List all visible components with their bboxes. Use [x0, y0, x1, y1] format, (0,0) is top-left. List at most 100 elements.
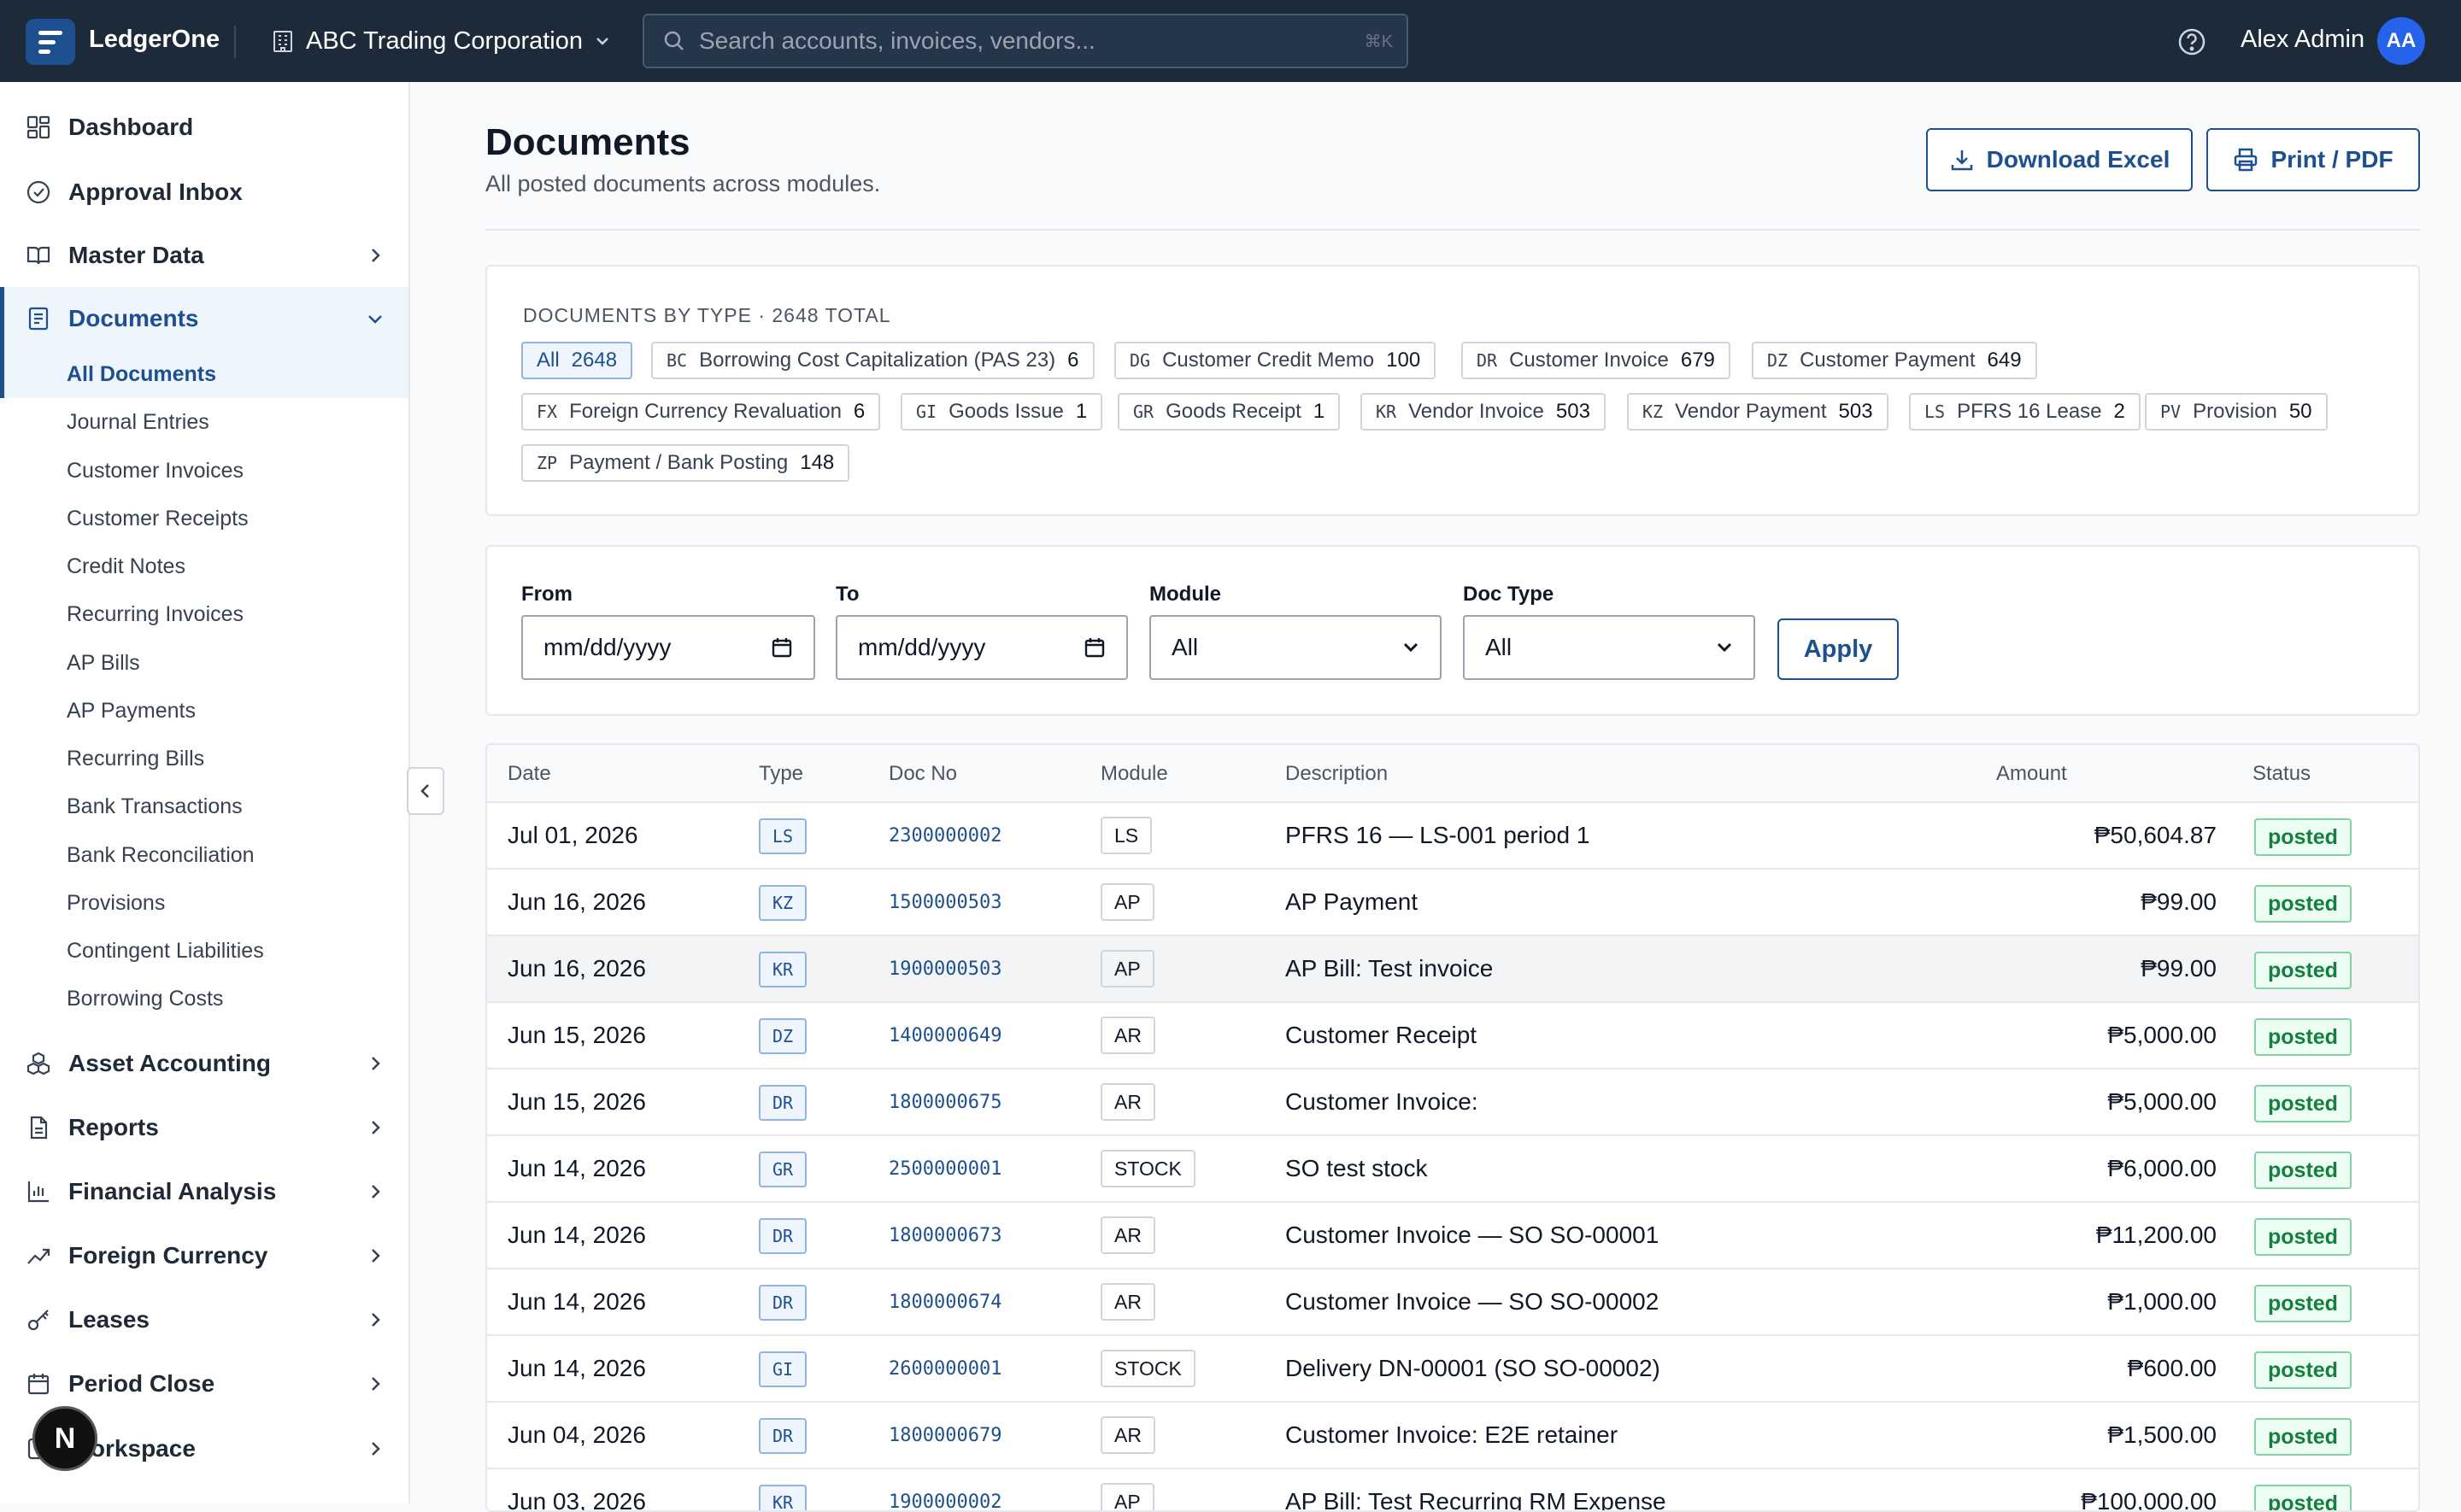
sidebar-item-leases[interactable]: Leases: [0, 1288, 408, 1351]
row-doc-no-link[interactable]: 1900000002: [889, 1491, 1001, 1510]
column-header-status[interactable]: Status: [2252, 762, 2311, 786]
download-excel-button[interactable]: Download Excel: [1926, 128, 2193, 191]
from-date-input[interactable]: mm/dd/yyyy: [521, 615, 815, 680]
row-date: Jun 14, 2026: [508, 1155, 646, 1181]
sidebar-subitem-recurring-invoices[interactable]: Recurring Invoices: [0, 590, 408, 638]
sidebar-item-foreign-currency[interactable]: Foreign Currency: [0, 1224, 408, 1287]
row-doc-no-link[interactable]: 2500000001: [889, 1158, 1001, 1180]
column-header-module[interactable]: Module: [1101, 762, 1168, 786]
row-doc-no-link[interactable]: 1800000674: [889, 1292, 1001, 1313]
sidebar-item-reports[interactable]: Reports: [0, 1096, 408, 1159]
table-row[interactable]: Jun 16, 2026 KR 1900000503 AP AP Bill: Test …: [487, 936, 2418, 1003]
type-chip-fx[interactable]: FX Foreign Currency Revaluation 6: [521, 393, 881, 431]
sidebar-subitem-journal-entries[interactable]: Journal Entries: [0, 398, 408, 446]
table-row[interactable]: Jun 03, 2026 KR 1900000002 AP AP Bill: Test …: [487, 1469, 2418, 1512]
column-header-amount[interactable]: Amount: [1996, 762, 2067, 786]
sidebar-subitem-customer-receipts[interactable]: Customer Receipts: [0, 495, 408, 542]
type-chip-dg[interactable]: DG Customer Credit Memo 100: [1114, 342, 1436, 379]
table-row[interactable]: Jun 16, 2026 KZ 1500000503 AP AP Payment ₱99.…: [487, 870, 2418, 936]
sidebar-subitem-all-documents[interactable]: All Documents: [0, 350, 408, 398]
type-chip-gi[interactable]: GI Goods Issue 1: [901, 393, 1103, 431]
type-chip-ls[interactable]: LS PFRS 16 Lease 2: [1909, 393, 2141, 431]
type-chip-pv[interactable]: PV Provision 50: [2145, 393, 2328, 431]
sidebar-collapse-button[interactable]: [407, 767, 444, 815]
doctype-select[interactable]: All: [1463, 615, 1755, 680]
sidebar-subitem-customer-invoices[interactable]: Customer Invoices: [0, 447, 408, 495]
sidebar-subitem-ap-payments[interactable]: AP Payments: [0, 687, 408, 735]
sidebar-subitem-ap-bills[interactable]: AP Bills: [0, 639, 408, 687]
logo-icon[interactable]: [26, 19, 75, 65]
sidebar-subitem-bank-reconciliation[interactable]: Bank Reconciliation: [0, 831, 408, 879]
table-row[interactable]: Jul 01, 2026 LS 2300000002 LS PFRS 16 — LS-0…: [487, 803, 2418, 870]
type-chip-dz[interactable]: DZ Customer Payment 649: [1752, 342, 2037, 379]
apply-button[interactable]: Apply: [1777, 618, 1899, 680]
row-type-badge: KZ: [759, 885, 808, 921]
chevron-right-icon: [372, 1121, 380, 1134]
sidebar-item-asset-accounting[interactable]: Asset Accounting: [0, 1032, 408, 1095]
row-doc-no-link[interactable]: 1800000673: [889, 1225, 1001, 1246]
global-search[interactable]: ⌘K: [643, 14, 1408, 68]
row-doc-no-link[interactable]: 1800000675: [889, 1092, 1001, 1113]
row-doc-no-link[interactable]: 2600000001: [889, 1358, 1001, 1380]
doctype-label: Doc Type: [1463, 583, 1554, 606]
column-header-description[interactable]: Description: [1285, 762, 1388, 786]
row-doc-no-link[interactable]: 1500000503: [889, 892, 1001, 913]
sidebar-item-label: Financial Analysis: [68, 1178, 277, 1204]
type-chip-dr[interactable]: DR Customer Invoice 679: [1461, 342, 1730, 379]
row-description: Customer Invoice:: [1285, 1088, 1478, 1115]
column-header-type[interactable]: Type: [759, 762, 803, 786]
chip-code: PV: [2160, 401, 2182, 422]
row-doc-no-link[interactable]: 2300000002: [889, 825, 1001, 847]
type-chip-all[interactable]: All 2648: [521, 342, 633, 379]
row-doc-no-link[interactable]: 1400000649: [889, 1025, 1001, 1046]
avatar[interactable]: AA: [2377, 17, 2425, 65]
column-header-doc-no[interactable]: Doc No: [889, 762, 957, 786]
table-row[interactable]: Jun 04, 2026 DR 1800000679 AR Customer Invoi…: [487, 1403, 2418, 1469]
table-row[interactable]: Jun 14, 2026 GI 2600000001 STOCK Delivery DN…: [487, 1336, 2418, 1403]
search-input[interactable]: [699, 27, 1351, 55]
from-label: From: [521, 583, 573, 606]
sidebar-item-dashboard[interactable]: Dashboard: [0, 96, 408, 159]
to-date-input[interactable]: mm/dd/yyyy: [836, 615, 1128, 680]
chip-label: Customer Payment: [1800, 349, 1976, 372]
table-row[interactable]: Jun 15, 2026 DZ 1400000649 AR Customer Recei…: [487, 1003, 2418, 1070]
floating-assistant-button[interactable]: N: [32, 1406, 97, 1471]
row-date: Jun 14, 2026: [508, 1355, 646, 1381]
sidebar-item-master-data[interactable]: Master Data: [0, 224, 408, 287]
chip-label: Payment / Bank Posting: [569, 451, 789, 474]
type-chip-kz[interactable]: KZ Vendor Payment 503: [1627, 393, 1888, 431]
help-icon[interactable]: [2177, 27, 2206, 56]
row-amount: ₱6,000.00: [2107, 1155, 2217, 1181]
column-header-date[interactable]: Date: [508, 762, 551, 786]
type-chip-gr[interactable]: GR Goods Receipt 1: [1118, 393, 1341, 431]
company-switcher[interactable]: ABC Trading Corporation: [272, 22, 610, 60]
chevron-down-icon: [368, 315, 382, 324]
page-title: Documents: [485, 121, 690, 163]
sidebar-subitem-provisions[interactable]: Provisions: [0, 879, 408, 927]
row-amount: ₱5,000.00: [2107, 1022, 2217, 1048]
sidebar-item-financial-analysis[interactable]: Financial Analysis: [0, 1160, 408, 1223]
type-chip-kr[interactable]: KR Vendor Invoice 503: [1360, 393, 1606, 431]
type-chip-zp[interactable]: ZP Payment / Bank Posting 148: [521, 444, 850, 482]
type-chip-bc[interactable]: BC Borrowing Cost Capitalization (PAS 23…: [651, 342, 1095, 379]
sidebar-subitem-recurring-bills[interactable]: Recurring Bills: [0, 735, 408, 782]
print-pdf-button[interactable]: Print / PDF: [2206, 128, 2420, 191]
user-name[interactable]: Alex Admin: [2241, 26, 2364, 54]
table-row[interactable]: Jun 14, 2026 GR 2500000001 STOCK SO test sto…: [487, 1136, 2418, 1203]
table-row[interactable]: Jun 14, 2026 DR 1800000674 AR Customer Invoi…: [487, 1269, 2418, 1336]
module-select[interactable]: All: [1149, 615, 1442, 680]
table-row[interactable]: Jun 14, 2026 DR 1800000673 AR Customer Invoi…: [487, 1203, 2418, 1269]
sidebar-item-documents[interactable]: Documents: [0, 287, 408, 350]
sidebar-subitem-credit-notes[interactable]: Credit Notes: [0, 542, 408, 590]
table-row[interactable]: Jun 15, 2026 DR 1800000675 AR Customer Invoi…: [487, 1070, 2418, 1136]
sidebar-subitem-bank-transactions[interactable]: Bank Transactions: [0, 782, 408, 830]
check-circle-icon: [26, 180, 50, 204]
sidebar-item-approval-inbox[interactable]: Approval Inbox: [0, 161, 408, 224]
row-doc-no-link[interactable]: 1900000503: [889, 958, 1001, 980]
chip-code: GR: [1133, 401, 1154, 422]
sidebar-subitem-borrowing-costs[interactable]: Borrowing Costs: [0, 975, 408, 1023]
row-amount: ₱100,000.00: [2081, 1488, 2217, 1512]
brand-name[interactable]: LedgerOne: [89, 26, 220, 54]
sidebar-subitem-contingent-liabilities[interactable]: Contingent Liabilities: [0, 927, 408, 975]
row-doc-no-link[interactable]: 1800000679: [889, 1425, 1001, 1446]
